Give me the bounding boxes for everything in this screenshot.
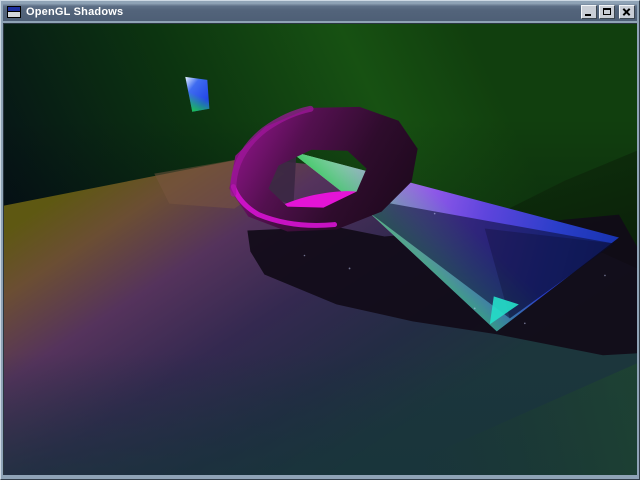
window-controls	[579, 5, 635, 19]
close-button[interactable]	[619, 5, 635, 19]
gl-scene	[4, 24, 637, 475]
maximize-button[interactable]	[599, 5, 615, 19]
title-bar: OpenGL Shadows	[3, 3, 637, 21]
app-window: OpenGL Shadows	[0, 0, 640, 480]
screen: OpenGL Shadows	[0, 0, 640, 480]
app-icon[interactable]	[7, 6, 21, 18]
opengl-canvas[interactable]	[3, 23, 637, 475]
maximize-icon	[603, 8, 611, 15]
minimize-icon	[585, 14, 591, 16]
window-title: OpenGL Shadows	[26, 6, 123, 18]
minimize-button[interactable]	[581, 5, 597, 19]
app-icon-band	[8, 7, 20, 12]
